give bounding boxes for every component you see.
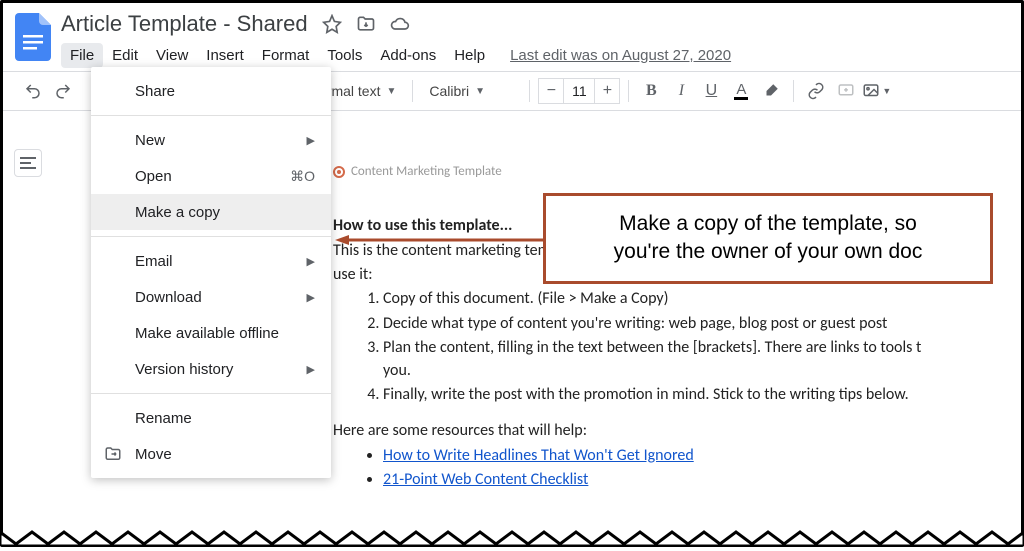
menu-view[interactable]: View xyxy=(147,43,197,68)
document-paragraph: Here are some resources that will help: xyxy=(333,420,1021,442)
menu-separator xyxy=(91,393,331,394)
insert-link-button[interactable] xyxy=(802,77,830,105)
font-family-label: Calibri xyxy=(429,83,469,99)
list-item: Decide what type of content you're writi… xyxy=(383,313,1021,335)
submenu-arrow-icon: ▶ xyxy=(307,363,315,376)
file-menu-email[interactable]: Email ▶ xyxy=(91,243,331,279)
menu-edit[interactable]: Edit xyxy=(103,43,147,68)
file-menu-move[interactable]: Move xyxy=(91,436,331,472)
file-menu-make-copy[interactable]: Make a copy xyxy=(91,194,331,230)
annotation-arrow xyxy=(335,232,545,234)
file-menu-share[interactable]: Share xyxy=(91,73,331,109)
star-icon[interactable] xyxy=(322,14,342,34)
insert-image-button[interactable]: ▼ xyxy=(862,77,891,105)
menu-help[interactable]: Help xyxy=(445,43,494,68)
bold-button[interactable]: B xyxy=(637,77,665,105)
menu-format[interactable]: Format xyxy=(253,43,319,68)
toolbar-separator xyxy=(529,80,530,102)
move-icon xyxy=(103,444,123,464)
list-item: 21-Point Web Content Checklist xyxy=(383,469,1021,491)
document-header-note: Content Marketing Template xyxy=(333,163,1021,181)
header-marker-icon xyxy=(333,166,345,178)
list-item: Plan the content, filling in the text be… xyxy=(383,337,1021,382)
font-size-decrease[interactable]: − xyxy=(539,82,563,100)
font-family-dropdown[interactable]: Calibri ▼ xyxy=(421,77,521,105)
menu-file[interactable]: File xyxy=(61,43,103,68)
outline-toggle-button[interactable] xyxy=(14,149,42,177)
last-edit-link[interactable]: Last edit was on August 27, 2020 xyxy=(510,47,731,64)
highlight-button[interactable] xyxy=(757,77,785,105)
callout-text: you're the owner of your own doc xyxy=(564,238,972,266)
menu-insert[interactable]: Insert xyxy=(197,43,253,68)
menu-separator xyxy=(91,236,331,237)
file-menu-offline[interactable]: Make available offline xyxy=(91,315,331,351)
toolbar-separator xyxy=(628,80,629,102)
callout-text: Make a copy of the template, so xyxy=(564,210,972,238)
file-menu-label: Make available offline xyxy=(135,325,279,342)
file-menu-rename[interactable]: Rename xyxy=(91,400,331,436)
file-menu-open[interactable]: Open ⌘O xyxy=(91,158,331,194)
move-to-folder-icon[interactable] xyxy=(356,14,376,34)
google-docs-icon[interactable] xyxy=(15,13,51,61)
annotation-callout: Make a copy of the template, so you're t… xyxy=(543,193,993,284)
text-color-button[interactable]: A xyxy=(727,77,755,105)
file-menu-label: New xyxy=(135,132,165,149)
document-bullet-list: How to Write Headlines That Won't Get Ig… xyxy=(383,445,1021,492)
submenu-arrow-icon: ▶ xyxy=(307,291,315,304)
document-link[interactable]: 21-Point Web Content Checklist xyxy=(383,470,588,489)
document-link[interactable]: How to Write Headlines That Won't Get Ig… xyxy=(383,446,694,465)
list-item: How to Write Headlines That Won't Get Ig… xyxy=(383,445,1021,467)
toolbar-separator xyxy=(412,80,413,102)
torn-edge-decoration xyxy=(0,522,1024,546)
list-item: Copy of this document. (File > Make a Co… xyxy=(383,288,1021,310)
underline-button[interactable]: U xyxy=(697,77,725,105)
toolbar-separator xyxy=(793,80,794,102)
file-menu-label: Version history xyxy=(135,361,233,378)
undo-button[interactable] xyxy=(19,77,47,105)
submenu-arrow-icon: ▶ xyxy=(307,255,315,268)
keyboard-shortcut: ⌘O xyxy=(290,168,315,185)
file-menu-label: Email xyxy=(135,253,173,270)
menu-separator xyxy=(91,115,331,116)
file-menu-new[interactable]: New ▶ xyxy=(91,122,331,158)
redo-button[interactable] xyxy=(49,77,77,105)
file-menu-label: Download xyxy=(135,289,202,306)
file-menu-label: Move xyxy=(135,446,172,463)
cloud-status-icon[interactable] xyxy=(390,14,410,34)
file-menu-version-history[interactable]: Version history ▶ xyxy=(91,351,331,387)
menu-addons[interactable]: Add-ons xyxy=(371,43,445,68)
chevron-down-icon: ▼ xyxy=(475,86,485,97)
submenu-arrow-icon: ▶ xyxy=(307,134,315,147)
chevron-down-icon: ▼ xyxy=(386,86,396,97)
insert-comment-button[interactable] xyxy=(832,77,860,105)
list-item: Finally, write the post with the promoti… xyxy=(383,384,1021,406)
file-menu-label: Make a copy xyxy=(135,204,220,221)
file-menu-label: Rename xyxy=(135,410,192,427)
header-note-text: Content Marketing Template xyxy=(351,163,502,181)
italic-button[interactable]: I xyxy=(667,77,695,105)
document-title[interactable]: Article Template - Shared xyxy=(61,11,308,37)
menu-tools[interactable]: Tools xyxy=(318,43,371,68)
font-size-increase[interactable]: + xyxy=(595,82,619,100)
font-size-control: − 11 + xyxy=(538,78,620,104)
file-menu-label: Open xyxy=(135,168,172,185)
menubar: File Edit View Insert Format Tools Add-o… xyxy=(61,41,1009,69)
document-ordered-list: Copy of this document. (File > Make a Co… xyxy=(383,288,1021,406)
file-menu-label: Share xyxy=(135,83,175,100)
file-menu-dropdown: Share New ▶ Open ⌘O Make a copy Email ▶ … xyxy=(91,67,331,478)
file-menu-download[interactable]: Download ▶ xyxy=(91,279,331,315)
font-size-value[interactable]: 11 xyxy=(563,79,595,103)
